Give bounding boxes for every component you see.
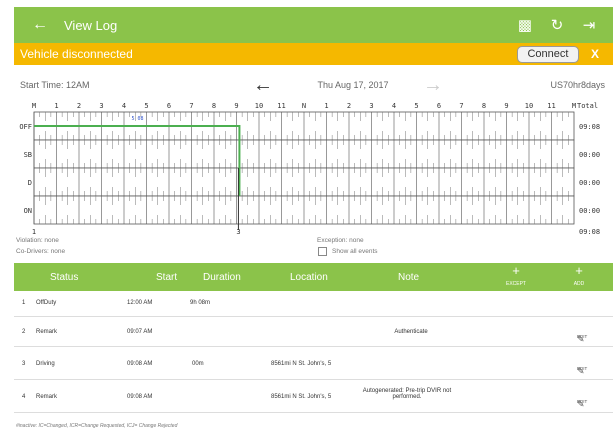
row-status: Remark [36, 329, 58, 335]
table-row[interactable]: 1 OffDuty 12:00 AM 9h 08m [14, 291, 613, 317]
hour-label: 9 [504, 102, 508, 110]
header-note: Note [398, 272, 420, 283]
page-title: View Log [64, 17, 118, 33]
row-location: 8561mi N St. John's, 5 [271, 394, 332, 400]
close-banner-button[interactable]: X [591, 47, 599, 61]
bottom-mid-label: 3 [236, 228, 240, 236]
table-row[interactable]: 4 Remark 09:08 AM 8561mi N St. John's, 5… [14, 381, 613, 413]
hour-label: 4 [122, 102, 126, 110]
row-number: 1 [22, 300, 26, 306]
status-legend: #inactive: IC=Changed, ICR=Change Reques… [16, 423, 178, 429]
event-marker-label: 5 08 [131, 116, 143, 122]
refresh-icon[interactable]: ↻ [549, 16, 565, 34]
hour-label: 7 [189, 102, 193, 110]
row-total: 09:08 [579, 123, 600, 131]
total-header: Total [577, 102, 598, 110]
header-location: Location [290, 272, 328, 283]
ruleset-label: US70hr8days [550, 80, 605, 90]
row-total: 00:00 [579, 179, 600, 187]
hour-label: 11 [547, 102, 555, 110]
hour-label: 9 [234, 102, 238, 110]
exception-label: Exception: none [317, 237, 364, 244]
row-start: 09:08 AM [127, 361, 153, 367]
hour-label: M [572, 102, 576, 110]
hour-label: 8 [212, 102, 216, 110]
events-table-header: Status Start Duration Location Note + EX… [14, 263, 613, 291]
hour-label: N [302, 102, 306, 110]
table-row[interactable]: 3 Driving 09:08 AM 00m 8561mi N St. John… [14, 348, 613, 380]
start-time-label: Start Time: 12AM [20, 80, 90, 90]
hour-label: 2 [77, 102, 81, 110]
previous-day-arrow-icon[interactable]: ← [253, 74, 293, 97]
grand-total: 09:08 [579, 228, 600, 236]
row-label: SB [24, 151, 32, 159]
edit-label: EDIT [577, 399, 588, 404]
row-start: 12:00 AM [127, 300, 153, 306]
duty-graph-svg: M 1 2 3 4 5 6 7 8 9 10 11 N 1 2 3 4 5 6 7 8 9 10 11 M TotalOFF 09:… [19, 102, 600, 236]
row-start: 09:07 AM [127, 329, 153, 335]
date-navigation: Start Time: 12AM ← Thu Aug 17, 2017 → US… [14, 72, 613, 98]
row-note: Autogenerated: Pre-trip DVIR not perform… [362, 388, 452, 400]
hour-label: 10 [525, 102, 533, 110]
violation-label: Violation: none [16, 237, 59, 244]
hour-label: 7 [459, 102, 463, 110]
show-all-events-checkbox[interactable] [318, 247, 327, 256]
row-duration: 9h 08m [190, 300, 211, 306]
hour-label: 2 [347, 102, 351, 110]
header-duration: Duration [203, 272, 241, 283]
hour-label: 5 [144, 102, 148, 110]
disconnected-banner: Vehicle disconnected Connect X [14, 43, 613, 65]
inspector-icon[interactable]: ▩ [517, 16, 533, 34]
row-label: D [28, 179, 32, 187]
next-day-arrow-icon[interactable]: → [413, 74, 453, 97]
row-start: 09:08 AM [127, 394, 153, 400]
show-all-events-label: Show all events [332, 248, 378, 255]
edit-label: EDIT [577, 366, 588, 371]
row-location: 8561mi N St. John's, 5 [271, 361, 332, 367]
row-status: Driving [36, 361, 55, 367]
row-label: ON [24, 207, 32, 215]
connect-button[interactable]: Connect [516, 45, 579, 63]
except-button[interactable]: EXCEPT [501, 281, 531, 287]
add-plus-icon[interactable]: + [564, 263, 594, 278]
header-start: Start [156, 272, 178, 283]
hour-label: M [32, 102, 36, 110]
row-number: 2 [22, 329, 26, 335]
edit-label: EDIT [577, 334, 588, 339]
banner-message: Vehicle disconnected [20, 47, 133, 61]
row-number: 3 [22, 361, 26, 367]
hour-label: 1 [54, 102, 58, 110]
app-bar-actions: ▩ ↻ ⇥ [517, 16, 597, 34]
hour-label: 8 [482, 102, 486, 110]
hour-label: 4 [392, 102, 396, 110]
table-row[interactable]: 2 Remark 09:07 AM Authenticate ✎ EDIT [14, 318, 613, 347]
hour-label: 6 [167, 102, 171, 110]
except-plus-icon[interactable]: + [501, 263, 531, 278]
add-button[interactable]: ADD [564, 281, 594, 287]
row-status: Remark [36, 394, 58, 400]
hour-label: 3 [369, 102, 373, 110]
row-total: 00:00 [579, 207, 600, 215]
header-status: Status [50, 272, 79, 283]
logout-icon[interactable]: ⇥ [581, 16, 597, 34]
row-status: OffDuty [36, 300, 57, 306]
row-label: OFF [19, 123, 32, 131]
duty-graph: M 1 2 3 4 5 6 7 8 9 10 11 N 1 2 3 4 5 6 7 8 9 10 11 M Total OFF 09:… [14, 100, 613, 260]
row-duration: 00m [192, 361, 204, 367]
app-bar: ← View Log ▩ ↻ ⇥ [14, 7, 613, 43]
hour-label: 11 [277, 102, 285, 110]
arrow-back-icon[interactable]: ← [32, 16, 52, 34]
hour-label: 5 [414, 102, 418, 110]
hour-label: 3 [99, 102, 103, 110]
log-date: Thu Aug 17, 2017 [317, 80, 389, 90]
row-number: 4 [22, 394, 26, 400]
row-note: Authenticate [394, 329, 428, 335]
hour-label: 1 [324, 102, 328, 110]
hour-label: 6 [437, 102, 441, 110]
codrivers-label: Co-Drivers: none [16, 248, 66, 255]
row-total: 00:00 [579, 151, 600, 159]
bottom-left-label: 1 [32, 228, 36, 236]
hour-label: 10 [255, 102, 263, 110]
